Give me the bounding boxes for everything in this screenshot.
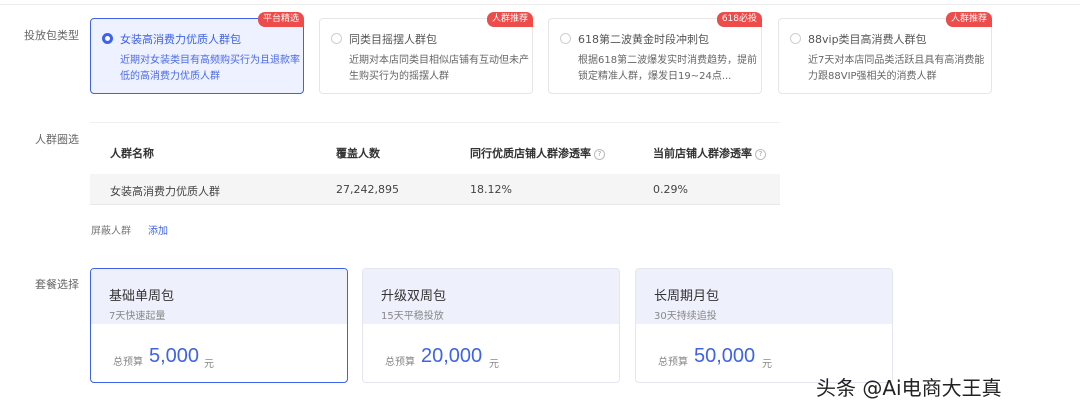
plan-card-weekly[interactable]: 基础单周包 7天快速起量 总预算 5,000 元 — [90, 268, 348, 383]
shield-crowd-label: 屏蔽人群 — [91, 226, 131, 237]
plan-subtitle: 15天平稳投放 — [381, 311, 444, 322]
package-card-same-category[interactable]: 人群推荐 同类目摇摆人群包 近期对本店同类目相似店铺有互动但未产生购买行为的摇摆… — [319, 12, 533, 94]
plan-subtitle: 7天快速起量 — [109, 311, 166, 322]
crowd-select-label: 人群圈选 — [35, 133, 79, 146]
budget-amount: 50,000 — [694, 345, 756, 367]
add-shield-link[interactable]: 添加 — [148, 222, 168, 237]
package-title: 女装高消费力优质人群包 — [120, 33, 241, 46]
package-card-women-high-spend[interactable]: 平台精选 女装高消费力优质人群包 近期对女装类目有高频购买行为且退款率低的高消费… — [90, 12, 304, 94]
col-header-coverage: 覆盖人数 — [336, 147, 380, 160]
package-tag: 平台精选 — [257, 12, 304, 27]
col-header-store-penetration: 当前店铺人群渗透率? — [653, 145, 766, 161]
package-desc: 根据618第二波爆发实时消费趋势，提前锁定精准人群，爆发日19~24点... — [578, 55, 758, 82]
package-card-88vip[interactable]: 人群推荐 88vip类目高消费人群包 近7天对本店同品类活跃且具有高消费能力跟8… — [778, 12, 992, 94]
radio-selected-icon[interactable] — [102, 33, 113, 44]
package-title: 同类目摇摆人群包 — [349, 33, 437, 46]
col-header-peer-penetration: 同行优质店铺人群渗透率? — [470, 145, 605, 161]
help-icon[interactable]: ? — [755, 148, 766, 160]
cell-store-penetration: 0.29% — [653, 183, 688, 196]
package-card-618-sprint[interactable]: 618必投 618第二波黄金时段冲刺包 根据618第二波爆发实时消费趋势，提前锁… — [548, 12, 762, 94]
budget-label: 总预算 — [658, 357, 688, 368]
col-header-crowd-name: 人群名称 — [110, 147, 154, 160]
budget-label: 总预算 — [113, 357, 143, 368]
cell-crowd-name: 女装高消费力优质人群 — [110, 185, 220, 198]
cell-peer-penetration: 18.12% — [470, 183, 512, 196]
watermark: 头条 @Ai电商大王真 — [816, 376, 1002, 400]
plan-card-biweekly[interactable]: 升级双周包 15天平稳投放 总预算 20,000 元 — [362, 268, 620, 383]
radio-icon[interactable] — [331, 33, 342, 44]
plan-name: 升级双周包 — [381, 289, 447, 304]
package-desc: 近期对本店同类目相似店铺有互动但未产生购买行为的摇摆人群 — [349, 55, 529, 82]
budget-amount: 5,000 — [149, 345, 200, 367]
budget-unit: 元 — [489, 359, 499, 370]
package-type-label: 投放包类型 — [24, 29, 79, 42]
budget-amount: 20,000 — [421, 345, 483, 367]
plan-subtitle: 30天持续追投 — [654, 311, 717, 322]
cell-coverage: 27,242,895 — [336, 183, 399, 196]
plan-name: 基础单周包 — [109, 289, 175, 304]
package-desc: 近7天对本店同品类活跃且具有高消费能力跟88VIP强相关的消费人群 — [808, 55, 985, 82]
plan-select-label: 套餐选择 — [35, 278, 79, 291]
top-divider — [0, 4, 1080, 5]
table-row: 女装高消费力优质人群 27,242,895 18.12% 0.29% — [90, 174, 780, 205]
crowd-table-header: 人群名称 覆盖人数 同行优质店铺人群渗透率? 当前店铺人群渗透率? — [90, 122, 780, 173]
help-icon[interactable]: ? — [594, 148, 605, 160]
radio-icon[interactable] — [560, 33, 571, 44]
plan-name: 长周期月包 — [654, 289, 720, 304]
package-tag: 人群推荐 — [486, 12, 533, 27]
package-tag: 人群推荐 — [945, 12, 992, 27]
package-title: 618第二波黄金时段冲刺包 — [578, 33, 709, 46]
package-title: 88vip类目高消费人群包 — [808, 33, 927, 46]
budget-unit: 元 — [204, 359, 214, 370]
budget-unit: 元 — [762, 359, 772, 370]
radio-icon[interactable] — [790, 33, 801, 44]
package-desc: 近期对女装类目有高频购买行为且退款率低的高消费力优质人群 — [120, 55, 300, 82]
plan-card-monthly[interactable]: 长周期月包 30天持续追投 总预算 50,000 元 — [635, 268, 893, 383]
package-tag: 618必投 — [716, 12, 762, 27]
budget-label: 总预算 — [385, 357, 415, 368]
